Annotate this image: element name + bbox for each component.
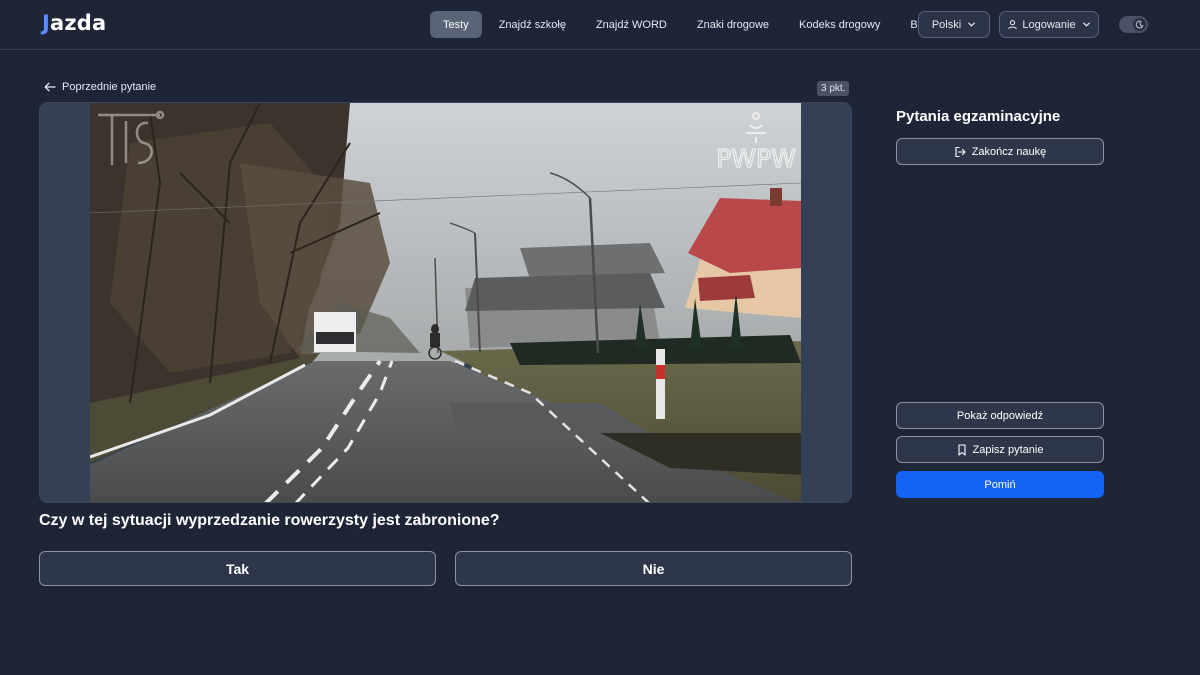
toggle-knob	[1133, 18, 1146, 31]
save-question-button[interactable]: Zapisz pytanie	[896, 436, 1104, 463]
moon-icon	[1135, 20, 1144, 29]
skip-label: Pomiń	[984, 478, 1016, 491]
language-label: Polski	[931, 18, 962, 31]
chevron-down-icon	[1082, 22, 1090, 27]
arrow-left-icon	[44, 82, 56, 92]
end-learning-button[interactable]: Zakończ naukę	[896, 138, 1104, 165]
points-badge: 3 pkt.	[817, 81, 850, 96]
logo[interactable]: Jazda	[42, 11, 106, 35]
logo-initial: J	[42, 11, 51, 35]
user-icon	[1008, 20, 1018, 30]
answer-button-yes[interactable]: Tak	[39, 551, 436, 586]
question-media: PWPW	[39, 102, 852, 503]
bookmark-icon	[957, 443, 966, 456]
nav-item-testy[interactable]: Testy	[430, 11, 482, 38]
logo-text: azda	[50, 11, 107, 35]
sidebar-title: Pytania egzaminacyjne	[896, 108, 1061, 125]
logout-icon	[955, 146, 966, 157]
nav-item-znajdz-word[interactable]: Znajdź WORD	[583, 11, 680, 38]
login-label: Logowanie	[1022, 18, 1076, 31]
end-learning-label: Zakończ naukę	[971, 145, 1047, 158]
save-question-label: Zapisz pytanie	[972, 443, 1044, 456]
top-header: Jazda Testy Znajdź szkołę Znajdź WORD Zn…	[0, 0, 1200, 50]
answer-button-no[interactable]: Nie	[455, 551, 852, 586]
show-answer-label: Pokaż odpowiedź	[956, 409, 1044, 422]
question-text: Czy w tej sytuacji wyprzedzanie rowerzys…	[39, 512, 500, 529]
login-button[interactable]: Logowanie	[999, 11, 1099, 38]
show-answer-button[interactable]: Pokaż odpowiedź	[896, 402, 1104, 429]
nav-item-znaki-drogowe[interactable]: Znaki drogowe	[684, 11, 782, 38]
chevron-down-icon	[968, 22, 976, 27]
road-scene-image: PWPW	[90, 103, 801, 502]
skip-button[interactable]: Pomiń	[896, 471, 1104, 498]
previous-question-label: Poprzednie pytanie	[62, 81, 157, 93]
theme-toggle[interactable]	[1119, 16, 1148, 33]
nav-item-kodeks-drogowy[interactable]: Kodeks drogowy	[786, 11, 893, 38]
language-select[interactable]: Polski	[918, 11, 990, 38]
nav-item-znajdz-szkole[interactable]: Znajdź szkołę	[486, 11, 579, 38]
previous-question-link[interactable]: Poprzednie pytanie	[44, 81, 156, 93]
pwpw-watermark: PWPW	[716, 144, 796, 173]
main-nav: Testy Znajdź szkołę Znajdź WORD Znaki dr…	[430, 11, 949, 38]
